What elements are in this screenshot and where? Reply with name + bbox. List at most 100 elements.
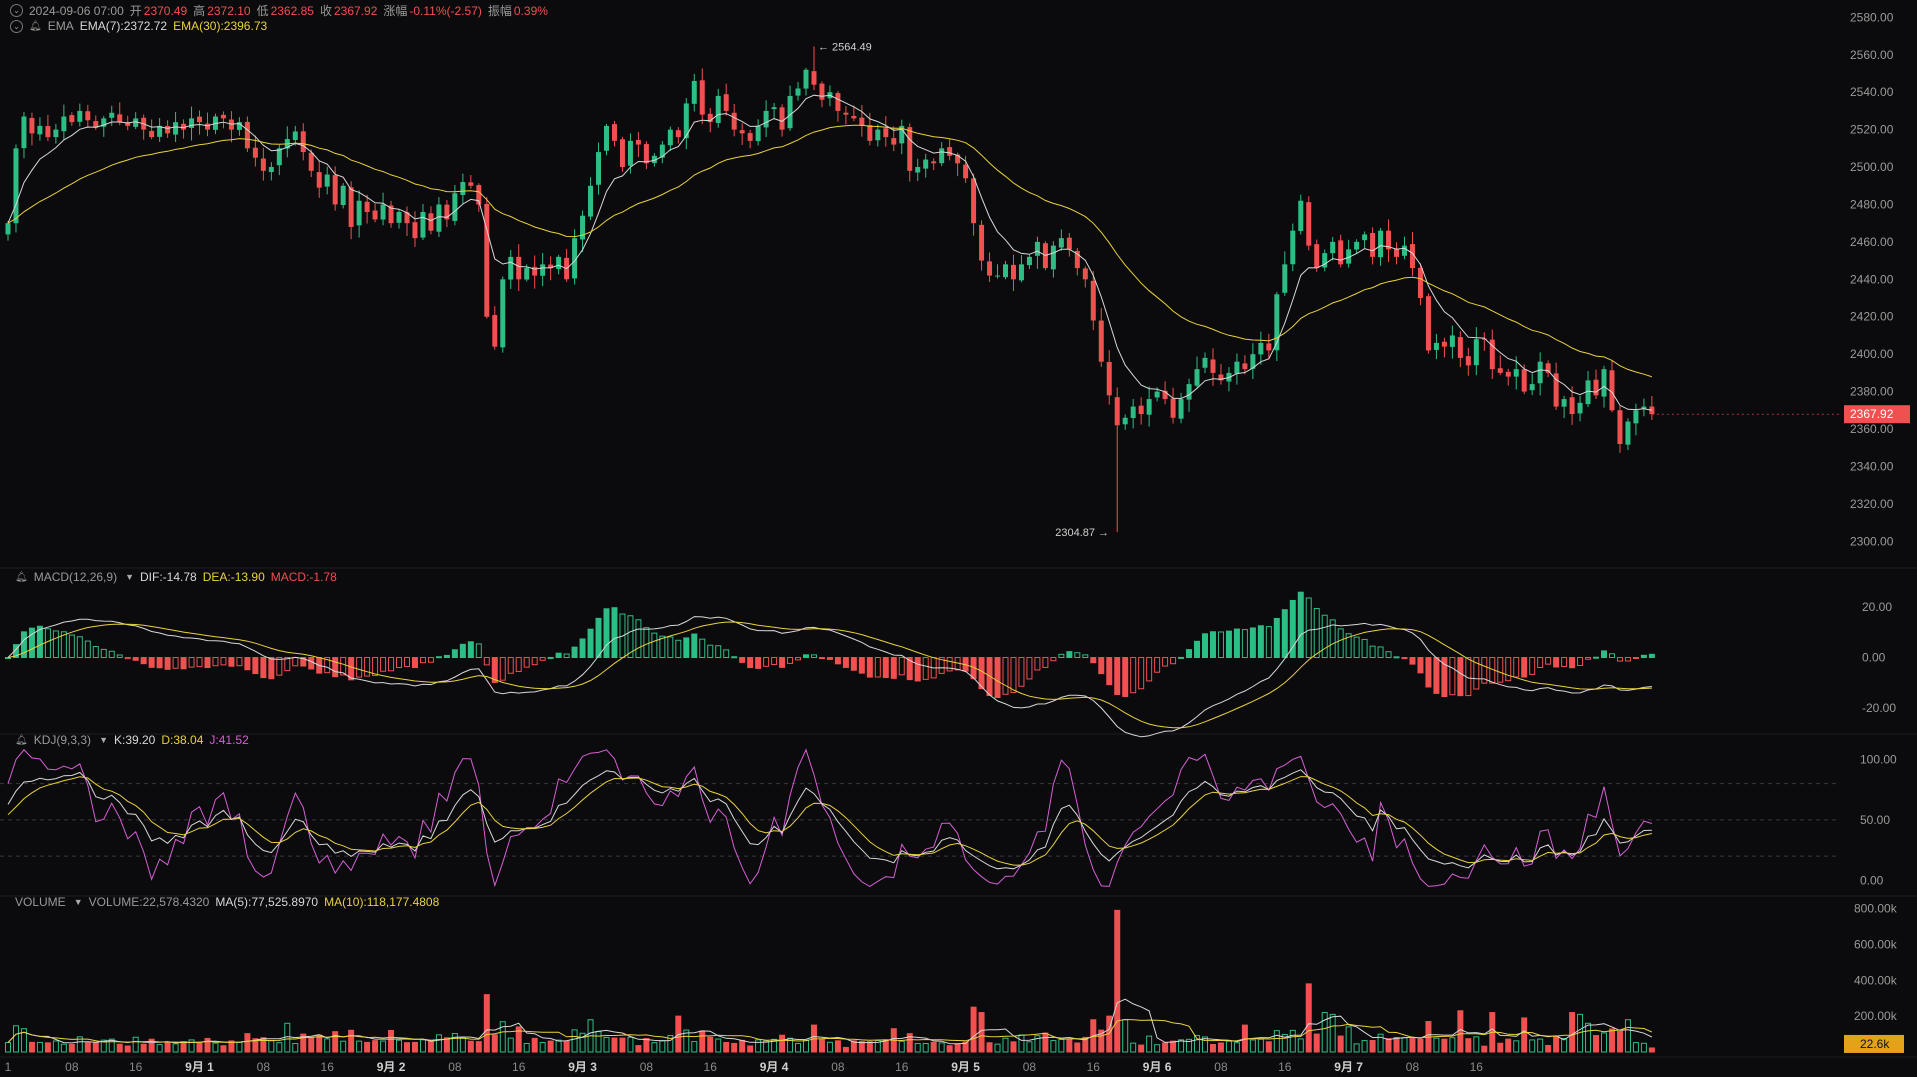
candle-body — [859, 117, 865, 126]
time-axis-tick: 9月 4 — [760, 1060, 789, 1074]
macd-bar — [1002, 657, 1009, 695]
price-axis-tick: 2300.00 — [1850, 534, 1894, 548]
candle-body — [715, 95, 721, 124]
macd-bar — [1513, 657, 1520, 678]
candle-body — [1010, 264, 1016, 280]
macd-bar — [1042, 657, 1049, 668]
candle-body — [1394, 248, 1400, 257]
macd-bar — [1353, 636, 1360, 659]
candle-body — [37, 125, 43, 135]
volume-bar — [507, 1037, 514, 1053]
volume-bar — [986, 1042, 993, 1053]
macd-bar — [1241, 629, 1248, 659]
volume-bar — [603, 1036, 610, 1053]
macd-bar — [148, 657, 155, 668]
macd-bar — [427, 657, 434, 663]
volume-bar — [1162, 1042, 1169, 1053]
time-axis-tick: 9月 7 — [1334, 1060, 1363, 1074]
price-axis-tick: 2500.00 — [1850, 160, 1894, 174]
price-axis-tick: 2460.00 — [1850, 235, 1894, 249]
volume-bar — [1409, 1037, 1416, 1053]
volume-bar — [715, 1038, 722, 1053]
low-marker: 2304.87 → — [1055, 527, 1109, 539]
volume-bar — [699, 1030, 706, 1053]
macd-bar — [244, 657, 251, 671]
volume-bar — [1010, 1041, 1017, 1053]
macd-bar — [1640, 654, 1647, 659]
candle-body — [1003, 264, 1008, 278]
volume-bar — [451, 1033, 458, 1053]
candle-body — [1561, 399, 1567, 407]
macd-bar — [826, 657, 833, 660]
time-axis-tick: 9月 3 — [568, 1060, 597, 1074]
candle-body — [931, 161, 937, 164]
volume-bar — [1337, 1035, 1344, 1053]
volume-bar — [1441, 1038, 1448, 1053]
macd-bar — [1361, 638, 1368, 659]
chart-canvas[interactable]: 2580.00 2560.00 2540.00 2520.00 2500.00 2480.… — [0, 0, 1917, 1077]
candle-body — [1234, 361, 1240, 374]
macd-bar — [1377, 646, 1384, 659]
candle-body — [915, 167, 921, 173]
volume-bar — [1130, 1042, 1137, 1053]
volume-bar — [1154, 1044, 1161, 1053]
macd-bar — [1401, 657, 1408, 660]
volume-bar — [212, 1042, 219, 1053]
volume-bar — [68, 1043, 75, 1053]
volume-bar — [172, 1043, 179, 1053]
macd-bar — [396, 657, 403, 669]
macd-bar — [978, 657, 985, 690]
volume-bar — [755, 1039, 762, 1053]
volume-axis-tick: 800.00k — [1854, 902, 1898, 916]
candle-body — [348, 187, 354, 227]
volume-bar — [1505, 1038, 1512, 1053]
volume-bar — [156, 1044, 163, 1053]
macd-axis-tick: 0.00 — [1862, 651, 1886, 665]
macd-bar — [1601, 650, 1607, 659]
macd-bar — [1034, 657, 1041, 671]
candle-body — [1577, 402, 1583, 414]
volume-bar — [260, 1037, 267, 1053]
macd-bar — [1194, 640, 1201, 659]
macd-bar — [1265, 626, 1272, 659]
candle-body — [1082, 268, 1088, 280]
macd-bar — [1178, 656, 1185, 659]
macd-bar — [1409, 657, 1416, 665]
candle-body — [1018, 264, 1024, 281]
volume-bar — [858, 1041, 865, 1053]
volume-bar — [898, 1040, 905, 1053]
macd-bar — [52, 630, 59, 659]
time-axis-tick: 08 — [1023, 1060, 1037, 1074]
macd-bar — [579, 638, 586, 659]
volume-bar — [404, 1042, 410, 1053]
macd-bar — [356, 657, 363, 678]
volume-bar — [1616, 1030, 1623, 1053]
macd-bar — [643, 627, 650, 659]
volume-bar — [970, 1006, 977, 1053]
volume-bar — [435, 1034, 442, 1053]
macd-bar — [1209, 631, 1216, 659]
volume-bar — [954, 1043, 961, 1053]
volume-bar — [1393, 1036, 1400, 1053]
macd-bar — [747, 657, 754, 669]
candle-body — [867, 125, 873, 141]
candle-body — [891, 138, 897, 145]
macd-bar — [539, 657, 546, 661]
candle-body — [1609, 370, 1615, 411]
candle-body — [1202, 357, 1208, 368]
macd-bar — [1577, 657, 1584, 666]
candle-body — [1330, 241, 1336, 254]
time-axis-tick: 9月 2 — [377, 1060, 406, 1074]
macd-bar — [1058, 653, 1065, 659]
candle-body — [540, 264, 546, 276]
macd-bar — [922, 657, 929, 680]
volume-bar — [1593, 1035, 1600, 1053]
volume-bar — [1233, 1042, 1240, 1053]
candle-body — [5, 223, 11, 235]
volume-bar — [1225, 1040, 1232, 1053]
candle-body — [1026, 256, 1032, 266]
macd-bar — [1337, 628, 1344, 659]
macd-bar — [204, 657, 211, 669]
macd-bar — [675, 639, 682, 659]
candle-body — [619, 139, 625, 168]
